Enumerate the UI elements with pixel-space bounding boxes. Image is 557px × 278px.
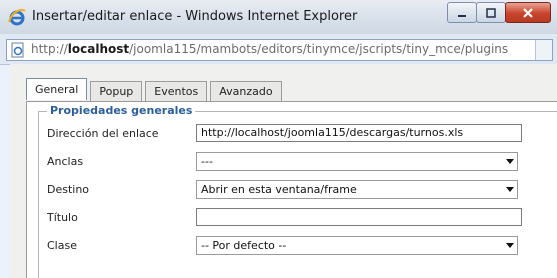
fieldset-legend: Propiedades generales — [47, 104, 196, 117]
class-selected-value: -- Por defecto -- — [201, 239, 287, 252]
tab-avanzado[interactable]: Avanzado — [210, 81, 282, 101]
minimize-button[interactable] — [447, 2, 477, 23]
anchors-select[interactable]: --- — [196, 152, 518, 171]
title-bar[interactable]: Insertar/editar enlace - Windows Interne… — [0, 0, 557, 35]
class-select[interactable]: -- Por defecto -- — [196, 236, 518, 255]
url-field[interactable]: http://localhost/joomla115/mambots/edito… — [6, 39, 553, 61]
ie-dialog-window: Insertar/editar enlace - Windows Interne… — [0, 0, 557, 278]
target-selected-value: Abrir en esta ventana/frame — [201, 183, 357, 196]
link-url-label: Dirección del enlace — [47, 127, 159, 140]
chevron-down-icon — [506, 159, 514, 164]
general-panel: Propiedades generales Dirección del enla… — [26, 101, 557, 278]
title-input[interactable] — [196, 208, 522, 226]
url-text: http://localhost/joomla115/mambots/edito… — [31, 42, 509, 56]
chevron-down-icon — [506, 187, 514, 192]
class-label: Clase — [47, 239, 77, 252]
target-label: Destino — [47, 183, 90, 196]
tab-general[interactable]: General — [26, 78, 88, 100]
window-title: Insertar/editar enlace - Windows Interne… — [32, 9, 358, 24]
address-bar: http://localhost/joomla115/mambots/edito… — [0, 34, 557, 65]
close-button[interactable] — [505, 2, 551, 23]
maximize-button[interactable] — [476, 2, 506, 23]
tab-popup[interactable]: Popup — [90, 81, 143, 101]
compatibility-view-icon[interactable] — [535, 40, 552, 60]
internet-explorer-icon — [8, 8, 26, 26]
dialog-content: General Popup Eventos Avanzado Propiedad… — [10, 64, 557, 278]
page-icon — [10, 42, 26, 58]
anchors-label: Anclas — [47, 155, 84, 168]
chevron-down-icon — [506, 243, 514, 248]
title-label: Título — [47, 211, 78, 224]
tab-bar: General Popup Eventos Avanzado — [26, 78, 285, 102]
link-url-input[interactable]: http://localhost/joomla115/descargas/tur… — [196, 124, 522, 142]
dialog-inner: General Popup Eventos Avanzado Propiedad… — [26, 78, 557, 278]
general-properties-fieldset: Propiedades generales Dirección del enla… — [38, 104, 557, 278]
anchors-selected-value: --- — [201, 155, 213, 168]
target-select[interactable]: Abrir en esta ventana/frame — [196, 180, 518, 199]
window-controls — [447, 2, 551, 23]
tab-eventos[interactable]: Eventos — [145, 81, 208, 101]
